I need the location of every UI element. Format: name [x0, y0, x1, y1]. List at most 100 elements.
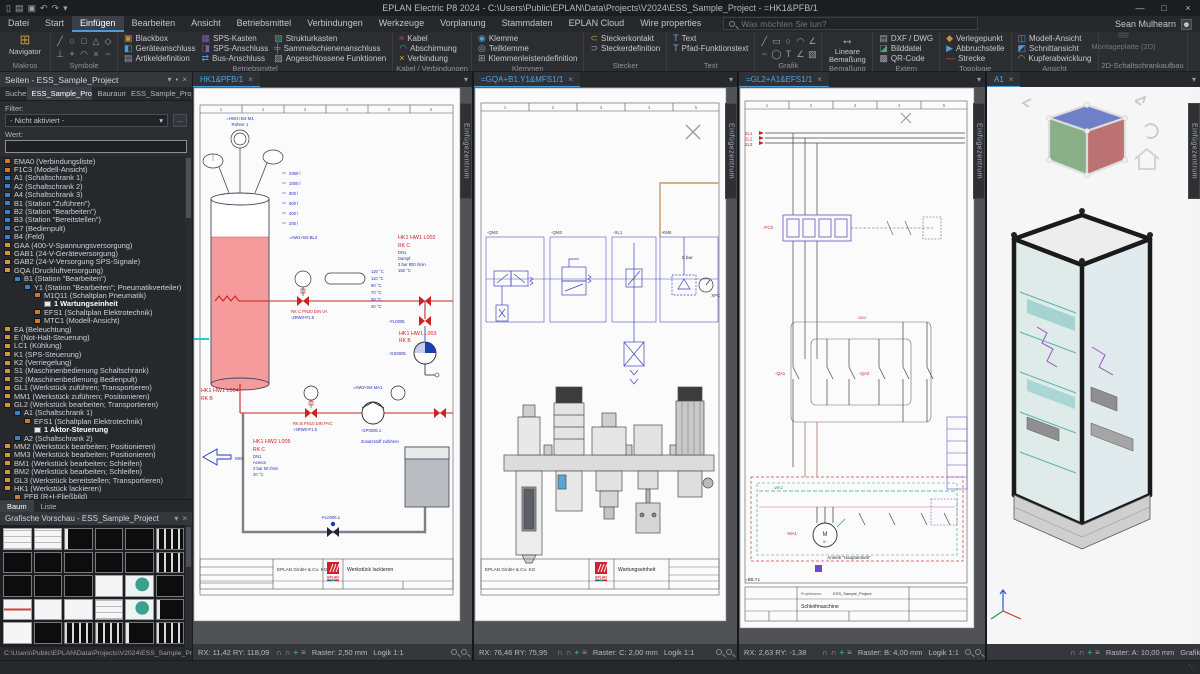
user-avatar-icon[interactable]: ☻ [1181, 19, 1192, 30]
tab-close-icon[interactable]: × [1009, 75, 1014, 84]
w1-canvas[interactable]: 1 2 3 4 5 6 =HW1+B4-M1 Rührer 1 [193, 87, 472, 644]
qr-code-button[interactable]: ▩QR-Code [876, 53, 936, 63]
path-function-text-button[interactable]: TPfad-Funktionstext [670, 43, 751, 53]
tab-ansicht[interactable]: Ansicht [183, 16, 229, 32]
w3-canvas[interactable]: 1 2 3 4 5 2L1 2L2 2L3 [739, 87, 985, 644]
w3-tab[interactable]: =GL2+A1&EFS1/1× [739, 72, 829, 87]
zoom-in-icon[interactable] [965, 649, 971, 655]
snap-icon[interactable]: ∩ [557, 648, 563, 657]
page-thumbnail[interactable] [3, 575, 32, 597]
page-thumbnail[interactable] [64, 622, 93, 644]
page-thumbnail[interactable] [125, 528, 154, 550]
navigator-tab-2[interactable]: Bauraum [92, 87, 126, 100]
preview-close-icon[interactable]: × [182, 514, 187, 523]
panel-close-icon[interactable]: × [182, 75, 187, 84]
tab-close-icon[interactable]: × [568, 75, 573, 84]
page-thumbnail[interactable] [34, 622, 63, 644]
add-icon[interactable]: + [575, 648, 580, 657]
snap-toolbar[interactable]: ∩∩+≡ [1070, 648, 1100, 657]
w2-canvas[interactable]: 1 2 3 4 5 -Q [474, 87, 737, 644]
resize-handle[interactable]: ⋱ [1188, 663, 1197, 672]
tab-close-icon[interactable]: × [817, 75, 822, 84]
page-thumbnail[interactable] [64, 599, 93, 621]
page-thumbnail[interactable] [95, 599, 124, 621]
plc-box-button[interactable]: ▦SPS-Kasten [199, 33, 272, 43]
zoom-toolbar[interactable] [451, 649, 467, 655]
w2-tab[interactable]: =GQA+B1.Y1&MFS1/1× [474, 72, 580, 87]
menu-icon[interactable]: ≡ [582, 648, 587, 657]
page-thumbnail[interactable] [125, 552, 154, 574]
terminal-strip-definition-button[interactable]: ⊞Klemmenleistendefinition [475, 53, 580, 63]
tab-datei[interactable]: Datei [0, 16, 37, 32]
w4-tab[interactable]: A1× [987, 72, 1020, 87]
image-file-button[interactable]: ◪Bilddatei [876, 43, 936, 53]
snap-toolbar[interactable]: ∩∩+≡ [557, 648, 587, 657]
zoom-in-icon[interactable] [716, 649, 722, 655]
navigator-tab-0[interactable]: Suche [0, 87, 27, 100]
page-thumbnail[interactable] [64, 528, 93, 550]
tab-einf-gen[interactable]: Einfügen [72, 16, 124, 32]
page-thumbnail[interactable] [95, 552, 124, 574]
page-thumbnail[interactable] [34, 575, 63, 597]
page-thumbnail[interactable] [125, 599, 154, 621]
insert-center-tab[interactable]: Einfügezentrum [973, 103, 985, 199]
device-connection-button[interactable]: ◧Geräteanschluss [121, 43, 199, 53]
page-thumbnail[interactable] [95, 575, 124, 597]
blackbox-button[interactable]: ▣Blackbox [121, 33, 199, 43]
view-tab-baum[interactable]: Baum [0, 500, 34, 512]
snap-icon[interactable]: ∩ [276, 648, 282, 657]
page-thumbnail[interactable] [95, 622, 124, 644]
page-thumbnail[interactable] [3, 552, 32, 574]
insert-center-tab[interactable]: Einfügezentrum [460, 103, 472, 199]
sym-cross-button[interactable]: + [69, 44, 74, 62]
view-tab-liste[interactable]: Liste [34, 500, 64, 512]
tab-eplan-cloud[interactable]: EPLAN Cloud [561, 16, 633, 32]
page-thumbnail[interactable] [34, 528, 63, 550]
filter-select[interactable]: - Nicht aktiviert - ▾ [5, 114, 168, 127]
menu-icon[interactable]: ≡ [847, 648, 852, 657]
snap-icon[interactable]: ∩ [822, 648, 828, 657]
plc-connection-button[interactable]: ◨SPS-Anschluss [199, 43, 272, 53]
snap-icon[interactable]: ∩ [831, 648, 837, 657]
tab-bearbeiten[interactable]: Bearbeiten [124, 16, 184, 32]
interruption-point-button[interactable]: ▶Abbruchstelle [943, 43, 1007, 53]
model-view-button[interactable]: ◫Modell-Ansicht [1015, 33, 1095, 43]
snap-toolbar[interactable]: ∩∩+≡ [276, 648, 306, 657]
zoom-toolbar[interactable] [716, 649, 732, 655]
shielding-button[interactable]: ◠Abschirmung [396, 43, 460, 53]
gfx-text-button[interactable]: T [786, 44, 792, 62]
tab-betriebsmittel[interactable]: Betriebsmittel [229, 16, 300, 32]
part-terminal-button[interactable]: ◎Teilklemme [475, 43, 580, 53]
tab-list-dropdown-icon[interactable]: ▾ [729, 75, 737, 84]
macro-navigator-button[interactable]: ⊞Navigator [3, 33, 47, 56]
page-thumbnail[interactable] [156, 528, 185, 550]
structure-box-button[interactable]: ▧Strukturkasten [271, 33, 389, 43]
tab-werkzeuge[interactable]: Werkzeuge [371, 16, 432, 32]
save-button[interactable]: ▣ [27, 3, 36, 13]
page-thumbnail[interactable] [64, 575, 93, 597]
minimize-button[interactable]: — [1128, 3, 1152, 13]
tab-vorplanung[interactable]: Vorplanung [432, 16, 494, 32]
gfx-ellipse-button[interactable]: ◯ [771, 44, 781, 62]
connected-functions-button[interactable]: ▨Angeschlossene Funktionen [271, 53, 389, 63]
quick-access-dropdown-button[interactable]: ▾ [63, 3, 68, 13]
page-thumbnail[interactable] [156, 575, 185, 597]
add-icon[interactable]: + [294, 648, 299, 657]
routing-point-button[interactable]: ◆Verlegepunkt [943, 33, 1007, 43]
tab-list-dropdown-icon[interactable]: ▾ [1192, 75, 1200, 84]
busbar-connection-button[interactable]: ╪Sammelschienenanschluss [271, 43, 389, 53]
undo-button[interactable]: ↶ [40, 3, 48, 13]
terminal-button[interactable]: ◉Klemme [475, 33, 580, 43]
gfx-spline-button[interactable]: ~ [762, 44, 767, 62]
insert-center-tab[interactable]: Einfügezentrum [725, 103, 737, 199]
tab-wire-properties[interactable]: Wire properties [632, 16, 709, 32]
tab-list-dropdown-icon[interactable]: ▾ [977, 75, 985, 84]
w4-canvas[interactable]: Einfügezentrum [987, 87, 1200, 644]
gfx-angle-button[interactable]: ∠ [796, 44, 804, 62]
page-thumbnail[interactable] [3, 599, 32, 621]
page-thumbnail[interactable] [156, 599, 185, 621]
snap-icon[interactable]: ∩ [1079, 648, 1085, 657]
page-thumbnail[interactable] [34, 552, 63, 574]
page-thumbnail[interactable] [34, 599, 63, 621]
tab-list-dropdown-icon[interactable]: ▾ [464, 75, 472, 84]
